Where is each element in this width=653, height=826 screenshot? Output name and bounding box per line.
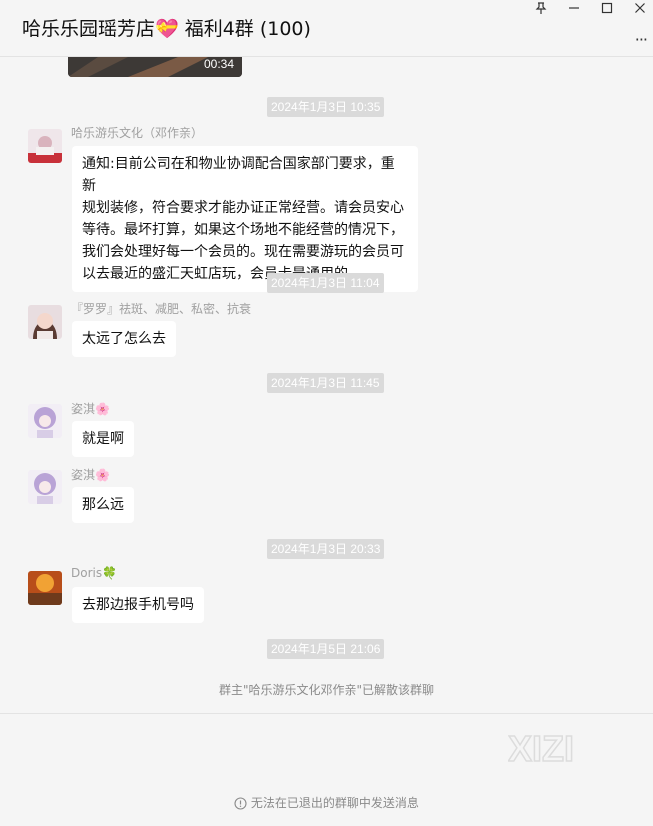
timestamp: 2024年1月5日 21:06 [267,639,385,659]
video-message-thumbnail[interactable]: 00:34 [68,57,242,77]
chat-title: 哈乐乐园瑶芳店💝 福利4群 (100) [22,18,311,40]
input-area: XIZI 无法在已退出的群聊中发送消息 [0,714,653,826]
notice-text: 无法在已退出的群聊中发送消息 [250,796,419,810]
message-line: 规划装修，符合要求才能办证正常经营。请会员安心 [82,200,404,216]
message-line: 通知:目前公司在和物业协调配合国家部门要求，重新 [82,156,395,194]
message-list[interactable]: 00:34 2024年1月3日 10:35 哈乐游乐文化（邓作亲） 通知:目前公… [0,57,653,713]
timestamp: 2024年1月3日 11:04 [267,273,384,293]
message-text: 去那边报手机号吗 [82,597,194,613]
avatar-ziqi[interactable] [28,470,62,504]
title-bar: 哈乐乐园瑶芳店💝 福利4群 (100) ··· [0,0,653,57]
more-options-icon[interactable]: ··· [635,30,648,49]
message-text: 就是啊 [82,431,124,447]
sender-name: 『罗罗』祛斑、减肥、私密、抗衰 [71,302,252,316]
message-line: 我们会处理好每一个会员的。现在需要游玩的会员可 [82,244,404,260]
pin-icon[interactable] [530,0,552,16]
message-bubble[interactable]: 那么远 [72,487,134,523]
cannot-send-notice: 无法在已退出的群聊中发送消息 [0,794,653,813]
sender-name: 姿淇🌸 [71,468,110,482]
message-text: 太远了怎么去 [82,331,166,347]
timestamp: 2024年1月3日 10:35 [267,97,385,117]
maximize-icon[interactable] [596,0,618,16]
timestamp: 2024年1月3日 11:45 [267,373,384,393]
message-bubble[interactable]: 通知:目前公司在和物业协调配合国家部门要求，重新 规划装修，符合要求才能办证正常… [72,146,418,292]
timestamp: 2024年1月3日 20:33 [267,539,385,559]
minimize-icon[interactable] [563,0,585,16]
close-icon[interactable] [629,0,651,16]
message-bubble[interactable]: 去那边报手机号吗 [72,587,204,623]
sender-name: 姿淇🌸 [71,402,110,416]
system-message: 群主"哈乐游乐文化邓作亲"已解散该群聊 [218,683,435,697]
video-duration: 00:34 [203,57,234,71]
sender-name: 哈乐游乐文化（邓作亲） [71,126,204,140]
svg-text:XIZI: XIZI [508,730,574,766]
avatar-halo-culture[interactable] [28,129,62,163]
avatar-doris[interactable] [28,571,62,605]
message-bubble[interactable]: 就是啊 [72,421,134,457]
avatar-luoluo[interactable] [28,305,62,339]
avatar-ziqi[interactable] [28,404,62,438]
message-text: 那么远 [82,497,124,513]
info-icon [234,797,247,813]
sender-name: Doris🍀 [71,566,118,580]
message-line: 等待。最坏打算，如果这个场地不能经营的情况下， [82,222,404,238]
watermark-logo: XIZI [508,730,575,766]
message-bubble[interactable]: 太远了怎么去 [72,321,176,357]
